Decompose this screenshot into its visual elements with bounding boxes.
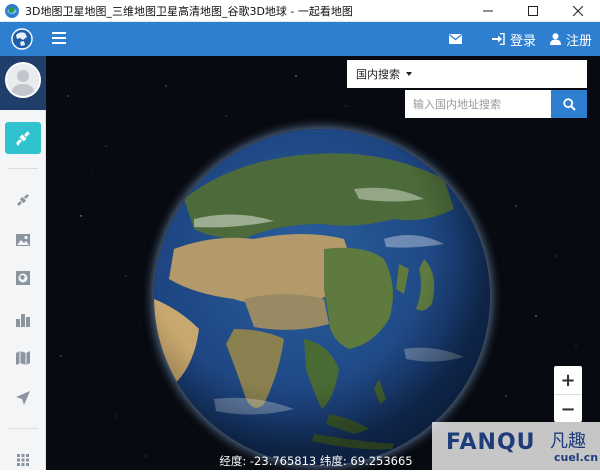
sidebar-item-navigation[interactable]	[11, 386, 35, 410]
coordinate-readout: 经度: -23.765813 纬度: 69.253665	[219, 454, 413, 468]
user-actions: 登录 注册	[448, 22, 592, 56]
close-icon[interactable]	[555, 0, 600, 22]
login-link[interactable]: 登录	[491, 30, 536, 49]
watermark-logo: FANQU 凡趣 cuel.cn	[432, 422, 600, 470]
satellite-icon	[17, 194, 29, 206]
avatar-panel	[0, 56, 46, 110]
search-button[interactable]	[551, 90, 587, 118]
sidebar-item-satellite-active[interactable]	[5, 122, 41, 154]
buildings-icon	[16, 314, 30, 327]
watermark-sub: cuel.cn	[554, 451, 599, 464]
search-panel: 国内搜索	[347, 60, 587, 118]
caret-down-icon	[406, 72, 412, 76]
default-user-icon	[7, 64, 39, 96]
sidebar-item-map[interactable]	[11, 346, 35, 370]
sidebar-item-photo-map[interactable]	[11, 228, 35, 252]
map-viewport[interactable]: 国内搜索 + − 经度: -23.765813 纬度: 69.253665	[46, 56, 600, 470]
app-globe-icon	[5, 3, 19, 18]
search-type-label: 国内搜索	[356, 68, 400, 81]
search-row	[405, 90, 587, 118]
address-search-input[interactable]	[405, 90, 551, 118]
map-icon	[16, 351, 30, 365]
sidebar-item-globe[interactable]	[11, 266, 35, 290]
register-label: 注册	[565, 33, 592, 49]
search-type-dropdown[interactable]: 国内搜索	[347, 60, 587, 88]
globe-logo-icon[interactable]	[10, 27, 34, 51]
window-title: 3D地图卫星地图_三维地图卫星高清地图_谷歌3D地球 - 一起看地图	[25, 4, 353, 18]
sign-in-icon	[491, 33, 505, 45]
satellite-icon	[16, 131, 30, 146]
avatar[interactable]	[5, 62, 41, 98]
sidebar	[0, 56, 46, 470]
sidebar-item-buildings[interactable]	[11, 308, 35, 332]
register-link[interactable]: 注册	[549, 30, 592, 49]
window-title-bar: 3D地图卫星地图_三维地图卫星高清地图_谷歌3D地球 - 一起看地图	[0, 0, 600, 22]
zoom-out-button[interactable]: −	[554, 395, 582, 423]
top-navigation-bar: 登录 注册	[0, 22, 600, 56]
hamburger-menu-icon[interactable]	[52, 32, 66, 44]
login-label: 登录	[509, 33, 536, 49]
sidebar-item-apps[interactable]	[11, 448, 35, 472]
sidebar-divider	[8, 428, 38, 429]
globe-square-icon	[16, 271, 30, 285]
mail-icon[interactable]	[448, 34, 462, 44]
sidebar-divider	[8, 168, 38, 169]
photo-map-icon	[16, 234, 30, 246]
grid-apps-icon	[17, 454, 29, 466]
earth-surface	[154, 129, 490, 465]
minimize-icon[interactable]	[465, 0, 510, 22]
watermark-main: FANQU	[446, 430, 536, 455]
sidebar-item-satellite[interactable]	[11, 188, 35, 212]
user-icon	[549, 33, 561, 45]
navigation-arrow-icon	[16, 391, 30, 405]
maximize-icon[interactable]	[510, 0, 555, 22]
zoom-control: + −	[554, 366, 582, 422]
search-icon	[562, 97, 576, 111]
zoom-in-button[interactable]: +	[554, 366, 582, 394]
window-controls	[465, 0, 600, 22]
watermark-cn: 凡趣	[550, 431, 586, 452]
earth-globe[interactable]	[154, 129, 490, 465]
